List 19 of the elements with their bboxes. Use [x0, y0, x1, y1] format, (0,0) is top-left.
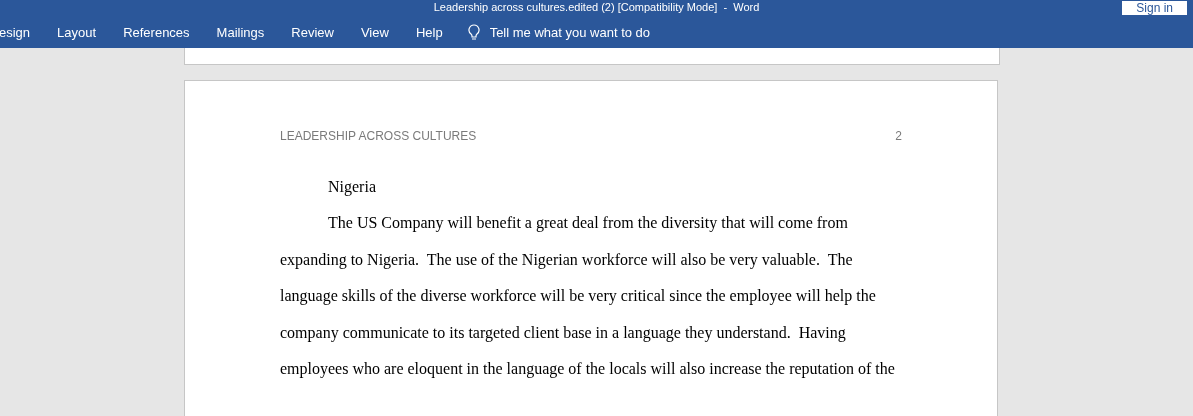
- ribbon-tab[interactable]: esign: [0, 24, 31, 40]
- paragraph-line: The US Company will benefit a great deal from the diversity that will come from: [327, 214, 849, 232]
- lightbulb-icon: [467, 23, 480, 41]
- ribbon-tab[interactable]: Mailings: [216, 24, 265, 40]
- ribbon-tab[interactable]: References: [123, 24, 190, 40]
- running-header: LEADERSHIP ACROSS CULTURES: [280, 129, 477, 143]
- ribbon-tab[interactable]: Help: [415, 24, 443, 40]
- paragraph-line: language skills of the diverse workforce will be very critical since the employee will help the: [280, 287, 877, 306]
- paragraph-line: expanding to Nigeria. The use of the Nigerian workforce will also be very valuable. The: [280, 250, 854, 269]
- ribbon-tab[interactable]: View: [360, 24, 389, 40]
- paragraph-line: company communicate to its targeted client base in a language they understand. Having: [280, 323, 847, 342]
- ribbon-tab[interactable]: Review: [291, 24, 334, 40]
- paragraph-line: employees who are eloquent in the language of the locals will also increase the reputation of the: [280, 360, 896, 379]
- window-title: Leadership across cultures.edited (2) [Compatibility Mode] - Word: [433, 1, 760, 14]
- ribbon-tab[interactable]: Layout: [57, 24, 97, 40]
- page-number: 2: [895, 129, 902, 143]
- tell-me-field[interactable]: Tell me what you want to do: [489, 24, 670, 40]
- section-heading: Nigeria: [328, 178, 377, 196]
- sign-in-button[interactable]: Sign in: [1122, 1, 1187, 15]
